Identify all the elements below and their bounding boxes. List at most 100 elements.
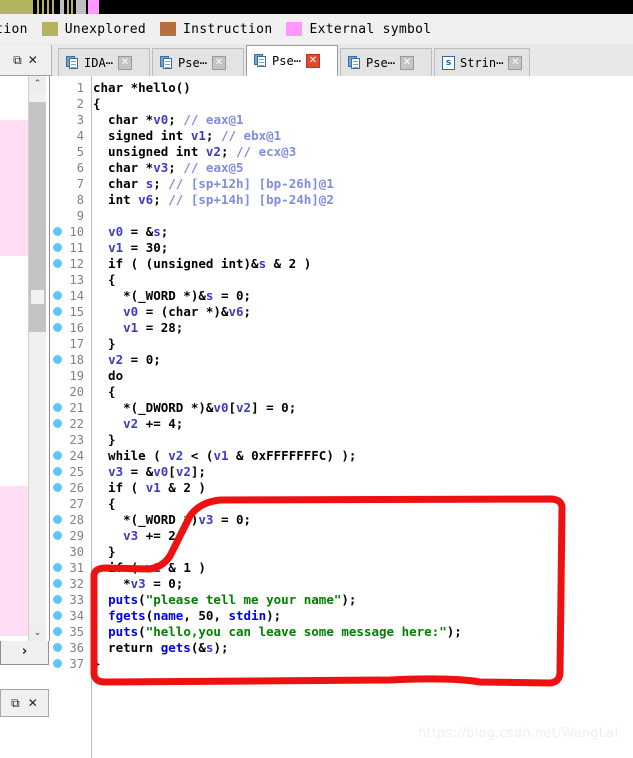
code-line[interactable]: char *v0; // eax@1 <box>93 112 244 128</box>
code-line[interactable]: { <box>93 496 116 512</box>
code-line[interactable]: signed int v1; // ebx@1 <box>93 128 281 144</box>
code-token: // eax@1 <box>183 112 244 127</box>
code-line[interactable]: v3 = &v0[v2]; <box>93 464 206 480</box>
scroll-up-icon[interactable]: ⌃ <box>29 76 46 92</box>
code-token: ); <box>341 592 357 607</box>
code-line[interactable]: if ( v1 & 2 ) <box>93 480 206 496</box>
line-number: 32 <box>69 577 84 591</box>
legend-label: Instruction <box>183 21 273 37</box>
code-token: * <box>93 576 131 591</box>
code-line[interactable]: } <box>93 656 101 672</box>
code-line[interactable]: char *hello() <box>93 80 191 96</box>
code-line[interactable]: *(_WORD *)&s = 0; <box>93 288 251 304</box>
tab-1[interactable]: IDA⋯ ✕ <box>58 48 150 76</box>
legend-gap <box>146 29 160 30</box>
restore-icon[interactable]: ⧉ <box>13 54 22 66</box>
code-token: if ( (unsigned int)& <box>93 256 259 271</box>
code-line[interactable]: *v3 = 0; <box>93 576 183 592</box>
code-line[interactable]: char *v3; // eax@5 <box>93 160 244 176</box>
code-line[interactable]: *(_DWORD *)&v0[v2] = 0; <box>93 400 296 416</box>
code-token: v2 <box>175 464 191 479</box>
code-token: ; <box>220 144 237 159</box>
code-token: } <box>93 336 116 351</box>
code-token: *(_DWORD *)& <box>93 400 214 415</box>
code-token: & 0xFFFFFFFC) ); <box>228 448 357 463</box>
scroll-down-icon[interactable]: ⌄ <box>29 625 46 641</box>
code-line[interactable]: v2 += 4; <box>93 416 183 432</box>
code-line[interactable]: if ( (unsigned int)&s & 2 ) <box>93 256 311 272</box>
tab-close-icon[interactable]: ✕ <box>211 55 226 70</box>
expand-panel-button[interactable]: › <box>0 641 49 665</box>
code-line[interactable]: do <box>93 368 123 384</box>
tab-3[interactable]: Pse⋯ ✕ <box>246 45 338 76</box>
code-line[interactable]: } <box>93 432 116 448</box>
code-token: v1 <box>190 128 206 143</box>
code-token: v3 <box>123 528 139 543</box>
code-token: char <box>93 176 146 191</box>
code-line[interactable]: { <box>93 96 101 112</box>
code-token: ; <box>243 304 252 319</box>
tab-close-icon[interactable]: ✕ <box>117 55 132 70</box>
code-line[interactable]: puts("hello,you can leave some message h… <box>93 624 462 640</box>
code-line[interactable]: if ( v1 & 1 ) <box>93 560 206 576</box>
code-line[interactable]: *(_WORD *)v3 = 0; <box>93 512 251 528</box>
tab-close-icon[interactable]: ✕ <box>399 55 414 70</box>
tab-5[interactable]: s Strin⋯ ✕ <box>434 48 531 76</box>
tab-close-icon[interactable]: ✕ <box>305 54 320 68</box>
code-line[interactable]: char s; // [sp+12h] [bp-26h]@1 <box>93 176 334 192</box>
code-line[interactable]: v1 = 28; <box>93 320 183 336</box>
line-number: 18 <box>69 353 84 367</box>
left-panel[interactable]: ⌃ ⌄ <box>0 76 50 641</box>
line-number: 4 <box>76 129 84 143</box>
code-line[interactable]: } <box>93 544 116 560</box>
navigator-segment <box>99 0 633 14</box>
code-line[interactable]: v2 = 0; <box>93 352 161 368</box>
code-token: & 2 ) <box>266 256 312 271</box>
code-token: { <box>93 96 101 111</box>
code-lines[interactable]: char *hello(){ char *v0; // eax@1 signed… <box>93 76 633 758</box>
ida-navigator-band[interactable] <box>0 0 633 14</box>
code-line[interactable]: v1 = 30; <box>93 240 168 256</box>
code-token: } <box>93 544 116 559</box>
code-token: *(_WORD *) <box>93 512 199 527</box>
legend-item: External symbol <box>286 14 431 44</box>
line-number: 3 <box>76 113 84 127</box>
code-line[interactable]: while ( v2 < (v1 & 0xFFFFFFFC) ); <box>93 448 356 464</box>
code-token: v2 <box>168 448 184 463</box>
code-line[interactable]: puts("please tell me your name"); <box>93 592 356 608</box>
code-line[interactable]: unsigned int v2; // ecx@3 <box>93 144 296 160</box>
left-panel-scrollbar[interactable]: ⌃ ⌄ <box>28 76 46 641</box>
navigator-segment <box>76 0 86 14</box>
code-line[interactable]: v3 += 2; <box>93 528 183 544</box>
code-line[interactable]: v0 = &s; <box>93 224 168 240</box>
code-line[interactable]: { <box>93 384 116 400</box>
code-line[interactable]: } <box>93 336 116 352</box>
bottom-restore-icon[interactable]: ⧉ <box>11 697 20 709</box>
tab-2[interactable]: Pse⋯ ✕ <box>152 48 244 76</box>
tab-close-icon[interactable]: ✕ <box>508 55 523 70</box>
code-token: while ( <box>93 448 169 463</box>
code-line[interactable]: { <box>93 272 116 288</box>
line-number: 13 <box>69 273 84 287</box>
legend-gap <box>272 29 286 30</box>
code-line[interactable]: v0 = (char *)&v6; <box>93 304 251 320</box>
code-line[interactable]: int v6; // [sp+14h] [bp-24h]@2 <box>93 192 334 208</box>
code-line[interactable]: fgets(name, 50, stdin); <box>93 608 281 624</box>
code-token: } <box>93 656 101 671</box>
line-number: 5 <box>76 145 84 159</box>
tab-4[interactable]: Pse⋯ ✕ <box>340 48 432 76</box>
code-token: char * <box>93 160 154 175</box>
code-token: & 1 ) <box>160 560 206 575</box>
code-token: v0 <box>213 400 229 415</box>
code-line[interactable]: return gets(&s); <box>93 640 228 656</box>
code-token: // [sp+12h] [bp-26h]@1 <box>168 176 334 191</box>
code-token: v3 <box>153 160 169 175</box>
pseudocode-view[interactable]: 1 2 3 4 5 6 7 8 9 10 11 12 13 14 15 16 17 18 19 20 21 22 23 24 2… <box>50 76 633 758</box>
left-bottom-window-controls: ⧉ ✕ <box>0 689 49 717</box>
bottom-close-icon[interactable]: ✕ <box>28 697 38 709</box>
close-icon[interactable]: ✕ <box>28 54 38 66</box>
